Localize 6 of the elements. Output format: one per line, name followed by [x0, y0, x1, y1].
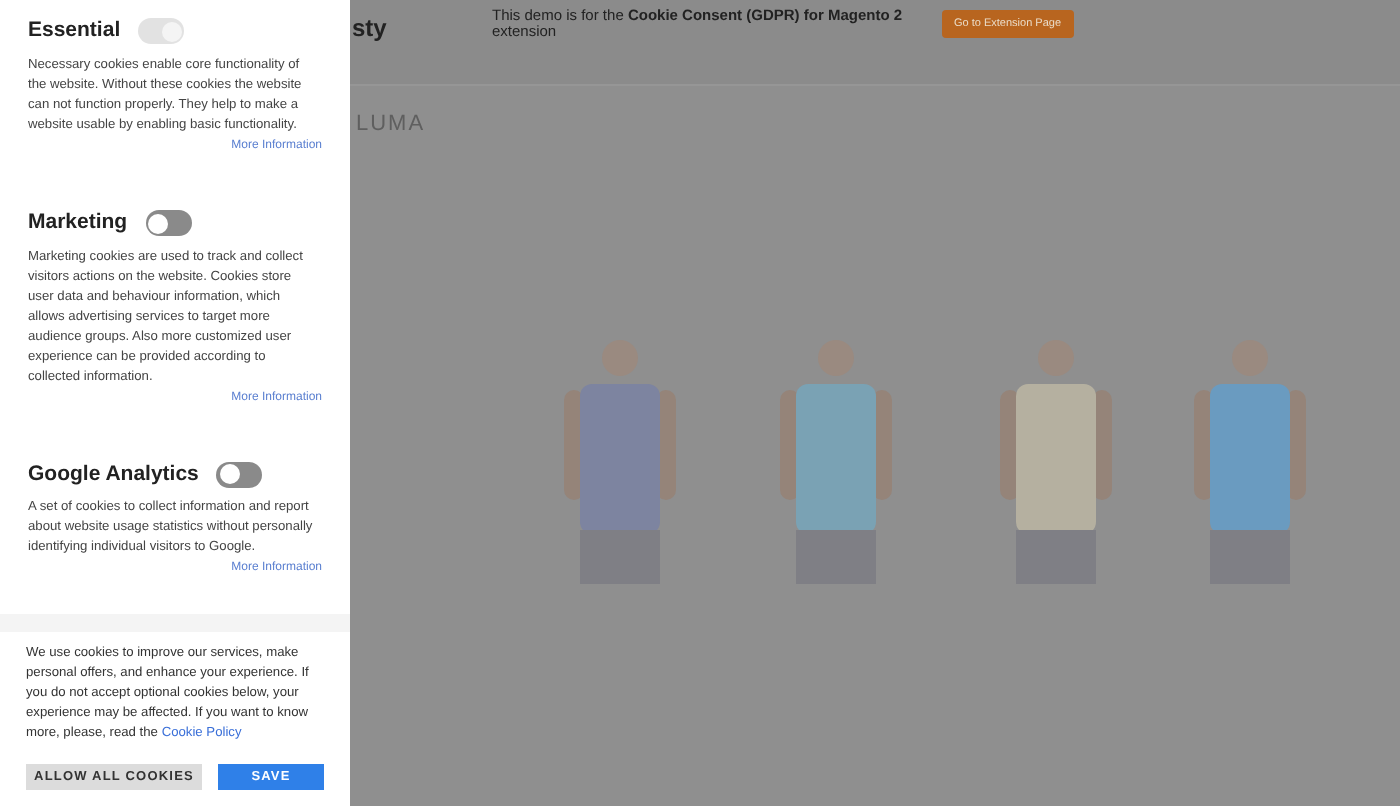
- toggle-switch[interactable]: [145, 210, 192, 237]
- toggle-switch[interactable]: [216, 461, 263, 488]
- section-title: Google Analytics: [28, 459, 199, 489]
- section-title: Essential: [28, 16, 121, 46]
- section-title: Marketing: [28, 207, 128, 238]
- store-logo: sty: [352, 12, 389, 46]
